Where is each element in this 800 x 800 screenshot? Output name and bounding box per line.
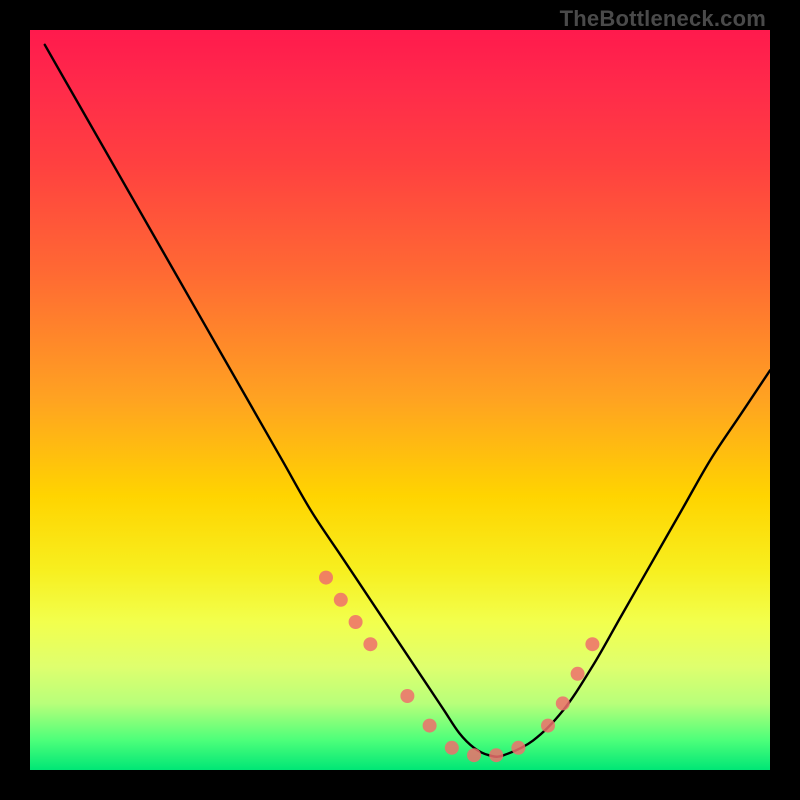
marker-dot (363, 637, 377, 651)
marker-dot (585, 637, 599, 651)
plot-area (30, 30, 770, 770)
curve-markers (319, 571, 599, 763)
marker-dot (467, 748, 481, 762)
marker-dot (511, 741, 525, 755)
curve-svg (30, 30, 770, 770)
marker-dot (334, 593, 348, 607)
marker-dot (423, 719, 437, 733)
marker-dot (400, 689, 414, 703)
chart-stage: TheBottleneck.com (0, 0, 800, 800)
marker-dot (445, 741, 459, 755)
watermark-text: TheBottleneck.com (560, 6, 766, 32)
marker-dot (349, 615, 363, 629)
marker-dot (541, 719, 555, 733)
marker-dot (489, 748, 503, 762)
marker-dot (319, 571, 333, 585)
marker-dot (571, 667, 585, 681)
bottleneck-curve-path (45, 45, 770, 757)
marker-dot (556, 696, 570, 710)
